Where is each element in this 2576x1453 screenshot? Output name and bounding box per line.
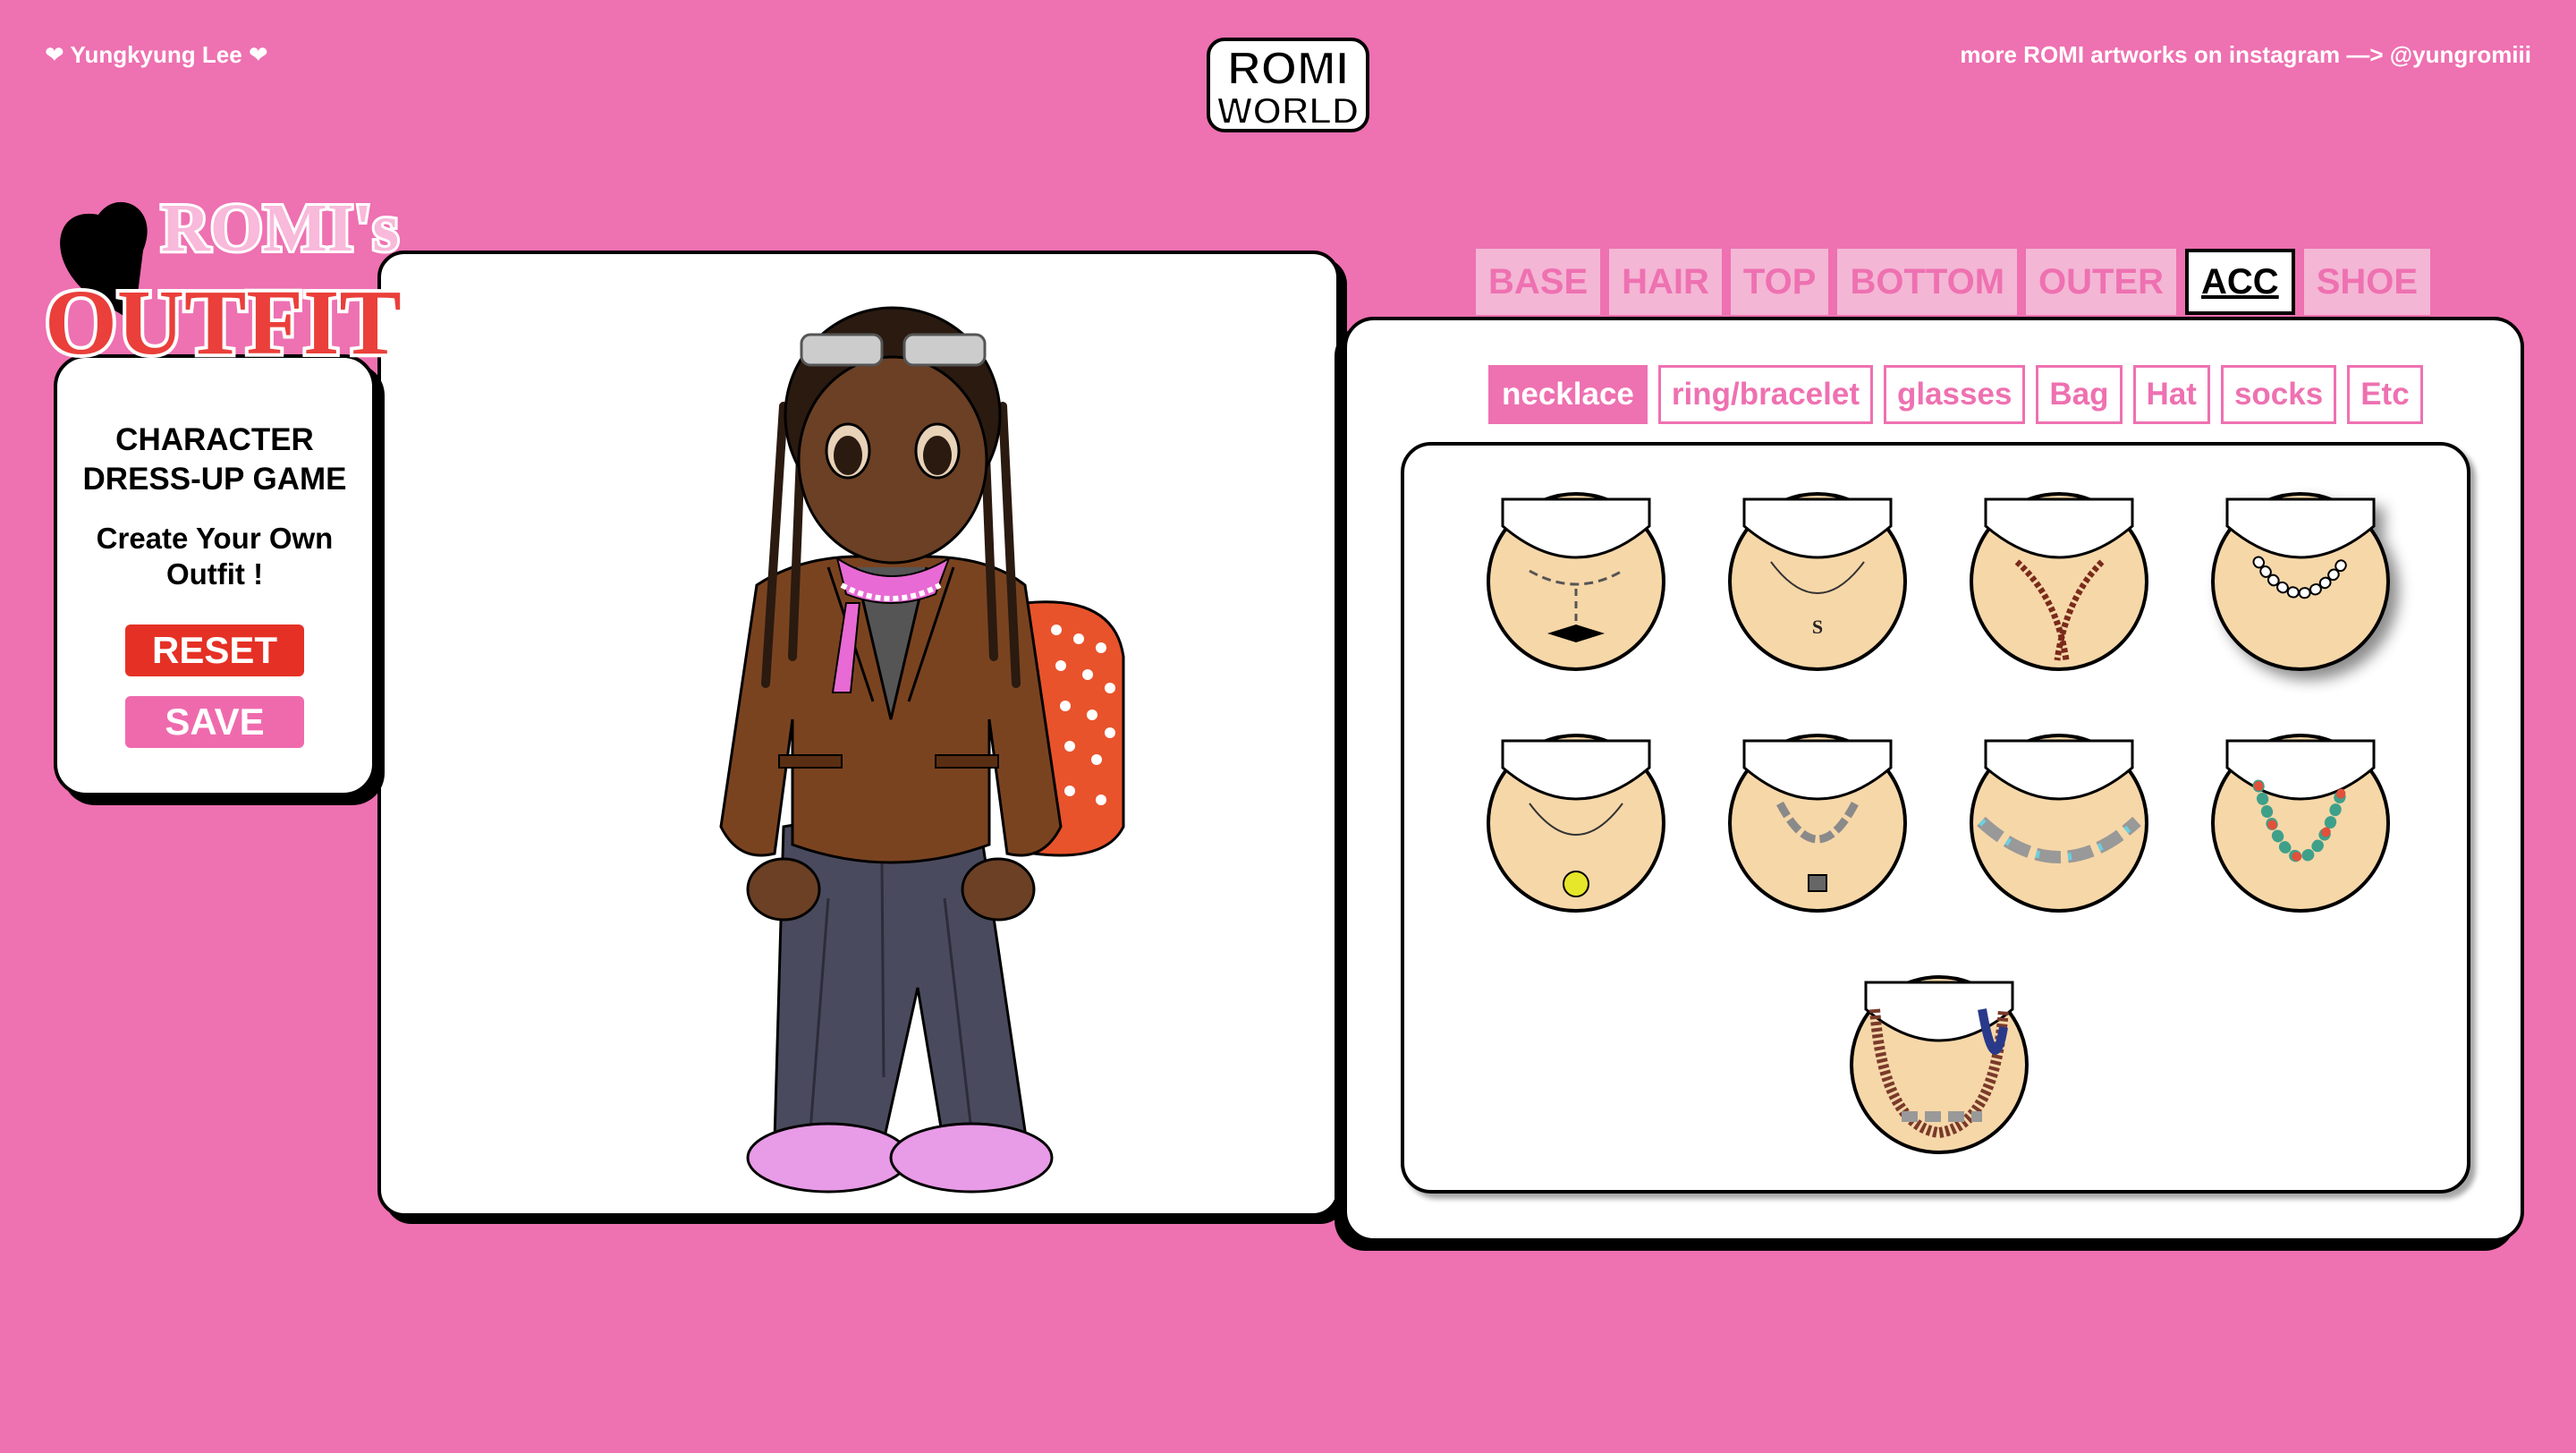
svg-text:ROMI's: ROMI's [161,191,399,266]
tab-acc[interactable]: ACC [2185,249,2295,315]
chain-s-pendant-necklace-icon: S [1728,492,1907,671]
tab-base[interactable]: BASE [1476,249,1601,315]
tab-outer[interactable]: OUTER [2026,249,2177,315]
romis-outfit-logo: ROMI's OUTFIT [41,188,405,378]
necklace-item[interactable]: S [1726,490,1909,673]
multicolor-bead-necklace-icon [2211,734,2390,913]
tab-bottom[interactable]: BOTTOM [1837,249,2018,315]
game-subtitle: Create Your Own Outfit ! [96,522,334,591]
necklace-item[interactable] [1726,732,1909,914]
subtab-necklace[interactable]: necklace [1488,365,1648,424]
necklace-item[interactable] [1485,490,1667,673]
brown-bead-knot-necklace-icon [1970,492,2148,671]
necklace-item[interactable] [1485,732,1667,914]
info-panel: CHARACTER DRESS-UP GAME Create Your Own … [54,354,376,796]
beaded-cord-necklace-icon [1850,975,2029,1154]
pearl-bow-necklace-icon [1487,492,1665,671]
category-tabs: BASE HAIR TOP BOTTOM OUTER ACC SHOE [1476,249,2431,315]
svg-text:OUTFIT: OUTFIT [45,271,402,374]
necklace-item[interactable] [1968,490,2150,673]
necklace-item[interactable] [2209,732,2392,914]
subtab-glasses[interactable]: glasses [1883,365,2026,424]
svg-text:S: S [1812,616,1823,638]
necklace-item[interactable] [2209,490,2392,673]
padlock-chain-necklace-icon [1728,734,1907,913]
subtab-ring-bracelet[interactable]: ring/bracelet [1657,365,1873,424]
character-illustration [719,306,1125,1194]
subtab-hat[interactable]: Hat [2132,365,2210,424]
item-grid: S [1401,442,2470,1194]
subtab-socks[interactable]: socks [2220,365,2337,424]
romi-world-logo[interactable]: ROMI WORLD [1205,36,1371,134]
pearl-necklace-icon [2211,492,2390,671]
svg-text:WORLD: WORLD [1217,89,1360,132]
tab-top[interactable]: TOP [1730,249,1829,315]
necklace-item[interactable] [1848,973,2030,1156]
necklace-item[interactable] [1968,732,2150,914]
svg-text:ROMI: ROMI [1227,43,1349,95]
reset-button[interactable]: RESET [125,625,304,676]
author-credit: ❤ Yungkyung Lee ❤ [45,41,268,68]
item-panel: necklace ring/bracelet glasses Bag Hat s… [1343,317,2524,1242]
subtab-etc[interactable]: Etc [2347,365,2423,424]
subtab-bag[interactable]: Bag [2036,365,2123,424]
game-title: CHARACTER DRESS-UP GAME [82,422,347,497]
subcategory-tabs: necklace ring/bracelet glasses Bag Hat s… [1488,365,2423,424]
tab-hair[interactable]: HAIR [1609,249,1722,315]
silver-bead-necklace-icon [1970,734,2148,913]
character-stage [377,251,1340,1217]
orb-pendant-necklace-icon [1487,734,1665,913]
save-button[interactable]: SAVE [125,696,304,748]
tab-shoe[interactable]: SHOE [2303,249,2431,315]
instagram-link[interactable]: more ROMI artworks on instagram —> @yung… [1960,41,2531,69]
